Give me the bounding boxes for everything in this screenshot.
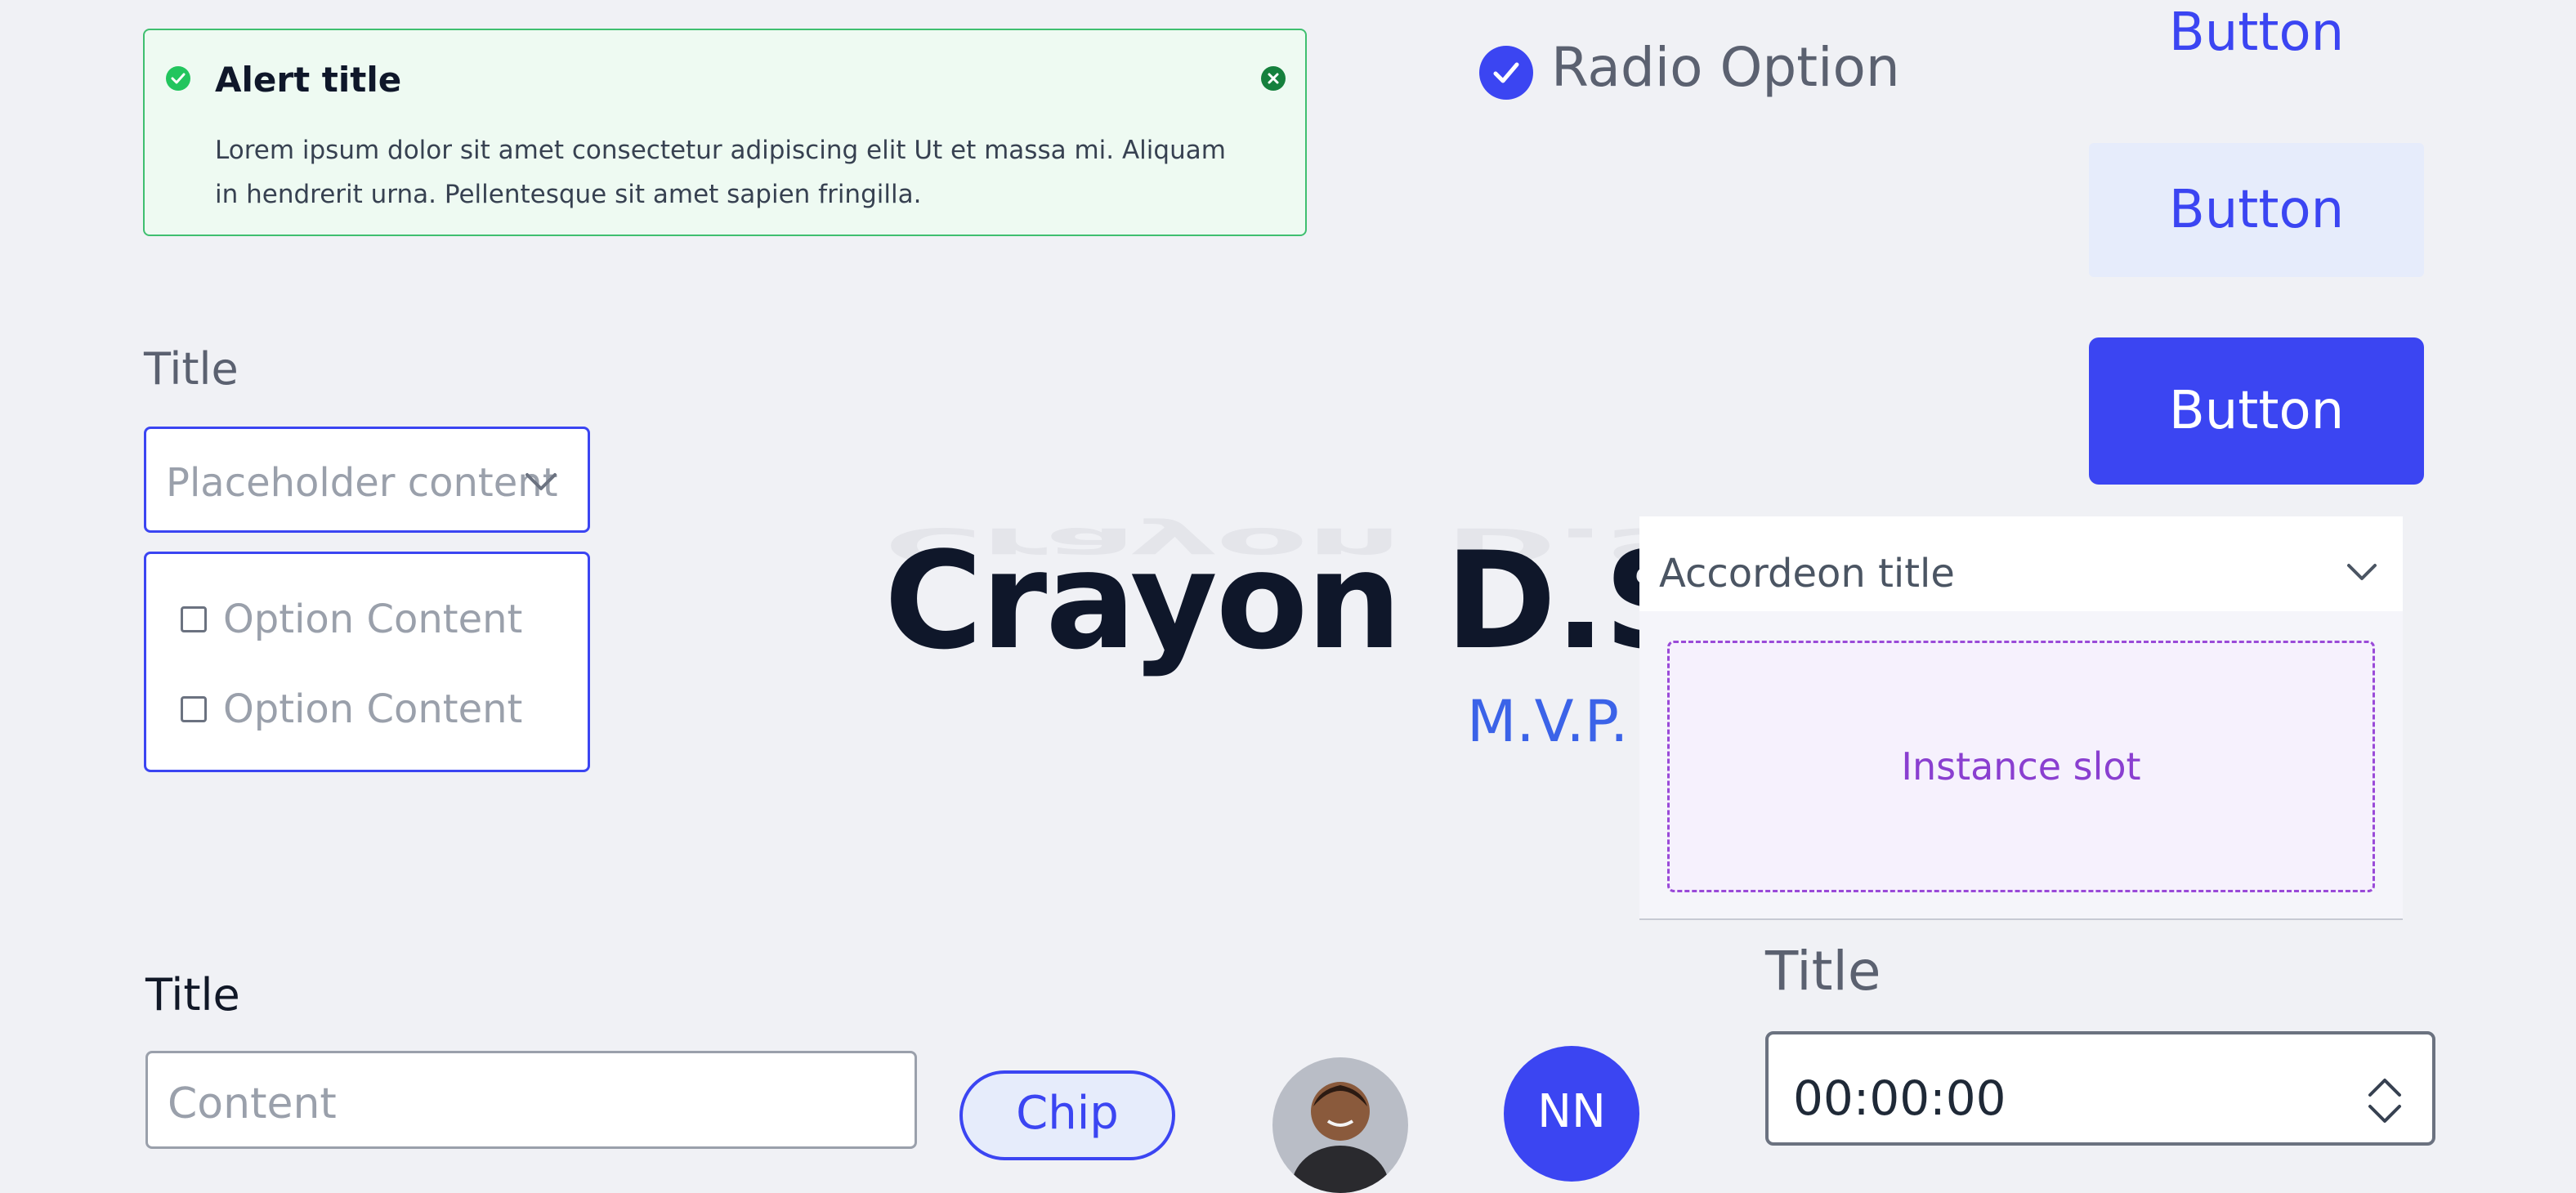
time-input-title: Title	[1765, 940, 1881, 1003]
alert-title: Alert title	[215, 60, 402, 100]
avatar-initials: NN	[1504, 1046, 1639, 1182]
chip-label: Chip	[1016, 1087, 1119, 1140]
brand-title: Crayon D.S.	[884, 523, 1750, 679]
option-label: Option Content	[223, 686, 523, 732]
check-circle-icon	[166, 66, 190, 91]
close-icon[interactable]	[1261, 66, 1286, 91]
secondary-button[interactable]: Button	[2089, 143, 2424, 277]
checkbox-icon[interactable]	[181, 606, 207, 632]
text-button[interactable]: Button	[2089, 0, 2424, 65]
slot-label: Instance slot	[1901, 744, 2141, 789]
option-item[interactable]: Option Content	[181, 686, 522, 732]
radio-option-label[interactable]: Radio Option	[1551, 36, 1900, 99]
checkbox-icon[interactable]	[181, 696, 207, 722]
stepper-icon[interactable]	[2362, 1072, 2408, 1129]
primary-button[interactable]: Button	[2089, 337, 2424, 485]
accordion: Accordeon title Instance slot	[1639, 516, 2403, 920]
chevron-down-icon[interactable]	[2342, 552, 2381, 592]
select-dropdown[interactable]: Placeholder content	[144, 427, 590, 533]
avatar-initials-text: NN	[1537, 1085, 1606, 1138]
radio-button-checked[interactable]	[1479, 46, 1533, 100]
alert-body: Lorem ipsum dolor sit amet consectetur a…	[215, 136, 1226, 209]
success-alert: Alert title Lorem ipsum dolor sit amet c…	[143, 29, 1307, 236]
select-title: Title	[144, 343, 239, 395]
select-placeholder: Placeholder content	[166, 460, 558, 506]
accordion-title: Accordeon title	[1659, 551, 1955, 596]
select-options-list: Option Content Option Content	[144, 552, 590, 772]
time-value: 00:00:00	[1793, 1070, 2006, 1126]
input-title: Title	[145, 969, 240, 1021]
time-input[interactable]: 00:00:00	[1765, 1031, 2435, 1146]
option-label: Option Content	[223, 596, 523, 642]
chip[interactable]: Chip	[959, 1070, 1175, 1160]
chevron-down-icon[interactable]	[519, 460, 563, 504]
option-item[interactable]: Option Content	[181, 596, 522, 642]
avatar-photo	[1272, 1057, 1408, 1193]
text-input[interactable]: Content	[145, 1051, 917, 1149]
input-placeholder: Content	[168, 1079, 337, 1128]
accordion-header[interactable]: Accordeon title	[1639, 516, 2403, 611]
brand-tagline: M.V.P.	[1467, 688, 1629, 755]
instance-slot: Instance slot	[1667, 641, 2375, 892]
